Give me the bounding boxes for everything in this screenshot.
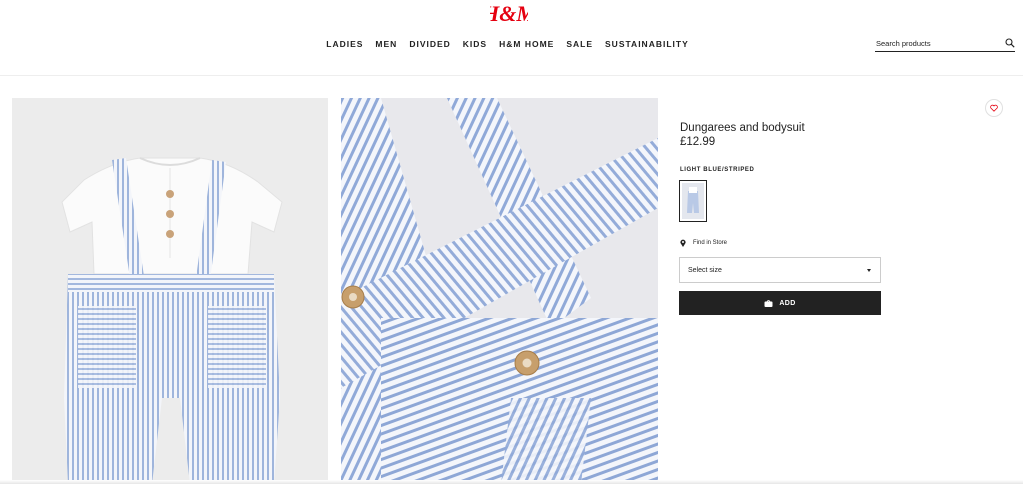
nav-men[interactable]: MEN — [375, 39, 397, 49]
heart-icon — [990, 104, 998, 112]
product-title: Dungarees and bodysuit — [680, 122, 805, 134]
nav-sustainability[interactable]: SUSTAINABILITY — [605, 39, 689, 49]
main-nav: LADIES MEN DIVIDED KIDS H&M HOME SALE SU… — [0, 39, 1015, 49]
size-select[interactable]: Select size — [679, 257, 881, 283]
find-in-store-label: Find in Store — [693, 240, 728, 246]
product-photo-front — [61, 157, 283, 484]
bag-icon — [764, 299, 773, 307]
location-pin-icon — [680, 239, 686, 247]
add-to-bag-button[interactable]: ADD — [679, 291, 881, 315]
search-icon[interactable] — [1005, 38, 1015, 48]
nav-kids[interactable]: KIDS — [463, 39, 487, 49]
swatch-product-thumb — [682, 183, 704, 219]
svg-text:H&M: H&M — [490, 1, 528, 26]
color-label: LIGHT BLUE/STRIPED — [680, 167, 755, 173]
product-price: £12.99 — [680, 136, 716, 148]
add-button-label: ADD — [779, 299, 796, 307]
nav-ladies[interactable]: LADIES — [326, 39, 363, 49]
nav-sale[interactable]: SALE — [566, 39, 593, 49]
search-bar — [875, 36, 1015, 52]
nav-divided[interactable]: DIVIDED — [409, 39, 450, 49]
wishlist-button[interactable] — [985, 99, 1003, 117]
product-image-front[interactable] — [12, 98, 328, 484]
search-input[interactable] — [875, 39, 993, 48]
site-header: H&M LADIES MEN DIVIDED KIDS H&M HOME SAL… — [0, 0, 1023, 76]
nav-hm-home[interactable]: H&M HOME — [499, 39, 554, 49]
color-swatch[interactable] — [679, 180, 707, 222]
size-select-label: Select size — [688, 266, 722, 274]
find-in-store-link[interactable]: Find in Store — [680, 239, 727, 247]
product-photo-detail — [341, 98, 658, 484]
page-bottom-edge — [0, 480, 1023, 484]
hm-logo-mark: H&M — [490, 1, 528, 26]
swatch-thumbnail — [682, 183, 704, 219]
product-image-detail[interactable] — [341, 98, 658, 484]
chevron-down-icon — [867, 269, 871, 272]
hm-logo[interactable]: H&M — [490, 1, 528, 27]
